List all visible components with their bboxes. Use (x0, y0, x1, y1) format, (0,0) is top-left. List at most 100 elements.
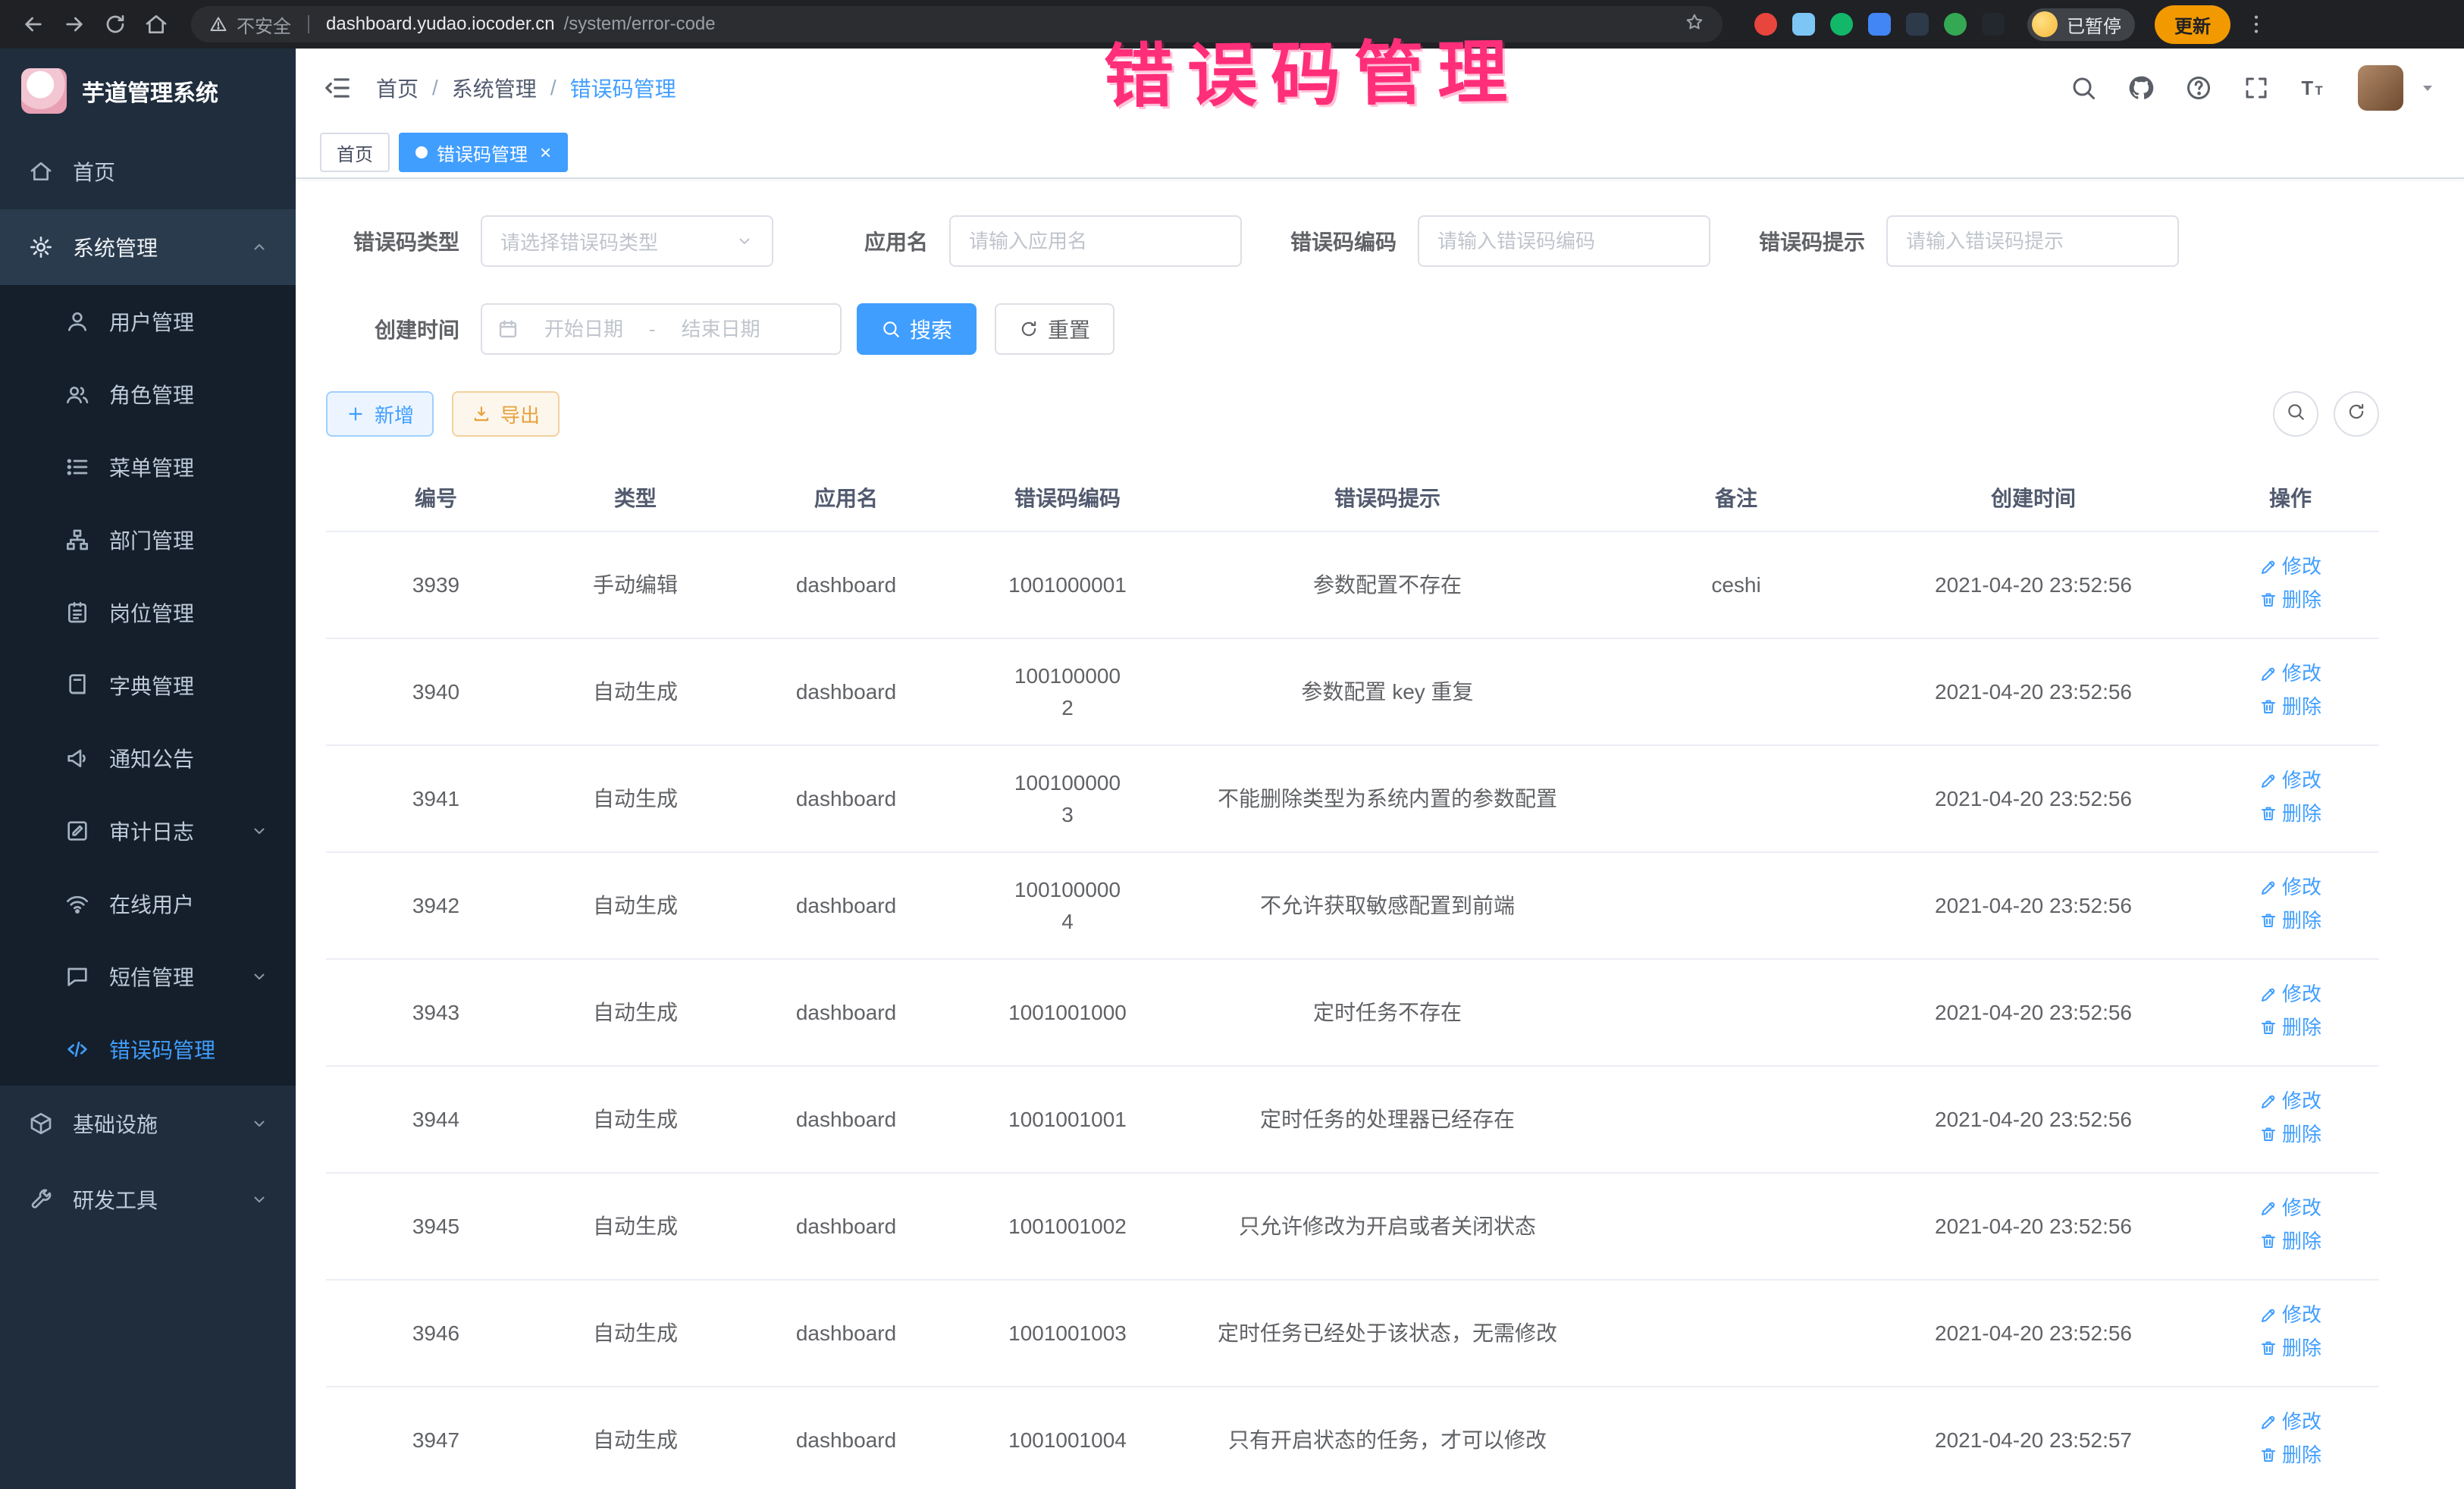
address-bar[interactable]: 不安全 dashboard.yudao.iocoder.cn/system/er… (191, 6, 1723, 42)
trash-icon (2259, 591, 2277, 609)
toggle-search-button[interactable] (2273, 391, 2318, 437)
trash-icon (2259, 1018, 2277, 1036)
sidebar-item-13[interactable]: 基础设施 (0, 1086, 296, 1161)
delete-button[interactable]: 删除 (2259, 1120, 2321, 1149)
font-size-icon[interactable]: TT (2300, 74, 2328, 102)
browser-home-icon[interactable] (141, 9, 171, 39)
extension-icon-6[interactable] (1982, 13, 2005, 36)
sidebar-item-label: 岗位管理 (109, 597, 194, 628)
extension-icon-1[interactable] (1792, 13, 1815, 36)
edit-button[interactable]: 修改 (2259, 659, 2321, 688)
sidebar-item-8[interactable]: 通知公告 (0, 722, 296, 795)
sidebar-item-10[interactable]: 在线用户 (0, 867, 296, 940)
sidebar-item-14[interactable]: 研发工具 (0, 1161, 296, 1237)
fold-sidebar-icon[interactable] (323, 74, 352, 102)
cell-operations: 修改删除 (2202, 852, 2379, 959)
sidebar-item-5[interactable]: 部门管理 (0, 503, 296, 576)
error-hint-input[interactable] (1886, 215, 2179, 267)
search-icon[interactable] (2070, 74, 2097, 102)
extension-icon-4[interactable] (1906, 13, 1929, 36)
cell-operations: 修改删除 (2202, 1066, 2379, 1173)
extension-icon-0[interactable] (1754, 13, 1777, 36)
github-icon[interactable] (2127, 74, 2155, 102)
sidebar-item-label: 短信管理 (109, 961, 194, 992)
caret-down-icon[interactable] (2419, 79, 2437, 97)
edit-button[interactable]: 修改 (2259, 766, 2321, 795)
edit-button[interactable]: 修改 (2259, 1407, 2321, 1437)
delete-button[interactable]: 删除 (2259, 1440, 2321, 1470)
tab-close-icon[interactable]: × (540, 143, 551, 162)
delete-button[interactable]: 删除 (2259, 1013, 2321, 1042)
sidebar-item-12[interactable]: 错误码管理 (0, 1013, 296, 1086)
cell-app: dashboard (725, 1387, 967, 1489)
delete-button[interactable]: 删除 (2259, 1334, 2321, 1363)
delete-button[interactable]: 删除 (2259, 1227, 2321, 1256)
sidebar-item-4[interactable]: 菜单管理 (0, 431, 296, 503)
user-avatar[interactable] (2358, 65, 2403, 111)
reset-button[interactable]: 重置 (995, 303, 1114, 355)
extension-icon-5[interactable] (1944, 13, 1967, 36)
filter-group-time: 创建时间 - (326, 303, 842, 355)
browser-back-icon[interactable] (18, 9, 49, 39)
delete-button[interactable]: 删除 (2259, 585, 2321, 615)
edit-button[interactable]: 修改 (2259, 873, 2321, 902)
sms-icon (64, 964, 91, 989)
sidebar-item-9[interactable]: 审计日志 (0, 795, 296, 867)
cell-app: dashboard (725, 638, 967, 745)
main-area: 首页/系统管理/错误码管理 TT 首页错误码管理× 错误码类型 (296, 49, 2464, 1489)
sidebar-item-label: 审计日志 (109, 816, 194, 846)
tab-1[interactable]: 错误码管理× (399, 133, 568, 172)
sidebar-item-11[interactable]: 短信管理 (0, 940, 296, 1013)
browser-reload-icon[interactable] (100, 9, 130, 39)
refresh-table-button[interactable] (2334, 391, 2379, 437)
error-type-select[interactable]: 请选择错误码类型 (481, 215, 773, 267)
search-button[interactable]: 搜索 (857, 303, 977, 355)
column-header-0: 编号 (326, 464, 546, 531)
start-date-input[interactable] (528, 318, 640, 341)
column-header-4: 错误码提示 (1168, 464, 1607, 531)
reset-button-label: 重置 (1048, 314, 1090, 344)
sidebar-item-1[interactable]: 系统管理 (0, 209, 296, 285)
edit-button[interactable]: 修改 (2259, 1300, 2321, 1330)
tool-icon (27, 1187, 55, 1212)
browser-forward-icon[interactable] (59, 9, 89, 39)
sidebar-item-7[interactable]: 字典管理 (0, 649, 296, 722)
tab-active-dot (415, 146, 428, 158)
cell-id: 3941 (326, 745, 546, 852)
cell-code: 100100000 4 (967, 852, 1168, 959)
app-name-input[interactable] (949, 215, 1242, 267)
fullscreen-icon[interactable] (2243, 74, 2270, 102)
delete-button[interactable]: 删除 (2259, 799, 2321, 829)
cell-hint: 定时任务不存在 (1168, 959, 1607, 1066)
edit-button[interactable]: 修改 (2259, 980, 2321, 1009)
sidebar-item-6[interactable]: 岗位管理 (0, 576, 296, 649)
export-button[interactable]: 导出 (452, 391, 560, 437)
breadcrumb-item-0[interactable]: 首页 (376, 73, 419, 103)
delete-button[interactable]: 删除 (2259, 692, 2321, 722)
sidebar-item-0[interactable]: 首页 (0, 133, 296, 209)
extension-icon-2[interactable] (1830, 13, 1853, 36)
edit-button[interactable]: 修改 (2259, 552, 2321, 581)
filter-row-1: 错误码类型 请选择错误码类型 应用名 错误码编码 (326, 215, 2379, 267)
tab-0[interactable]: 首页 (320, 133, 390, 172)
delete-button[interactable]: 删除 (2259, 906, 2321, 936)
cell-operations: 修改删除 (2202, 1173, 2379, 1280)
edit-button[interactable]: 修改 (2259, 1086, 2321, 1116)
kebab-menu-icon[interactable] (2241, 9, 2271, 39)
error-code-input[interactable] (1418, 215, 1710, 267)
app-logo (21, 68, 67, 114)
cell-code: 1001000001 (967, 531, 1168, 638)
bookmark-star-icon[interactable] (1685, 12, 1704, 37)
cell-type: 自动生成 (546, 1173, 725, 1280)
update-button[interactable]: 更新 (2155, 5, 2230, 44)
add-button[interactable]: 新增 (326, 391, 434, 437)
date-range-picker[interactable]: - (481, 303, 842, 355)
sidebar-item-2[interactable]: 用户管理 (0, 285, 296, 358)
breadcrumb-item-1[interactable]: 系统管理 (452, 73, 537, 103)
profile-chip[interactable]: 已暂停 (2027, 8, 2135, 41)
edit-button[interactable]: 修改 (2259, 1193, 2321, 1223)
end-date-input[interactable] (665, 318, 777, 341)
help-icon[interactable] (2185, 74, 2212, 102)
extension-icon-3[interactable] (1868, 13, 1891, 36)
sidebar-item-3[interactable]: 角色管理 (0, 358, 296, 431)
